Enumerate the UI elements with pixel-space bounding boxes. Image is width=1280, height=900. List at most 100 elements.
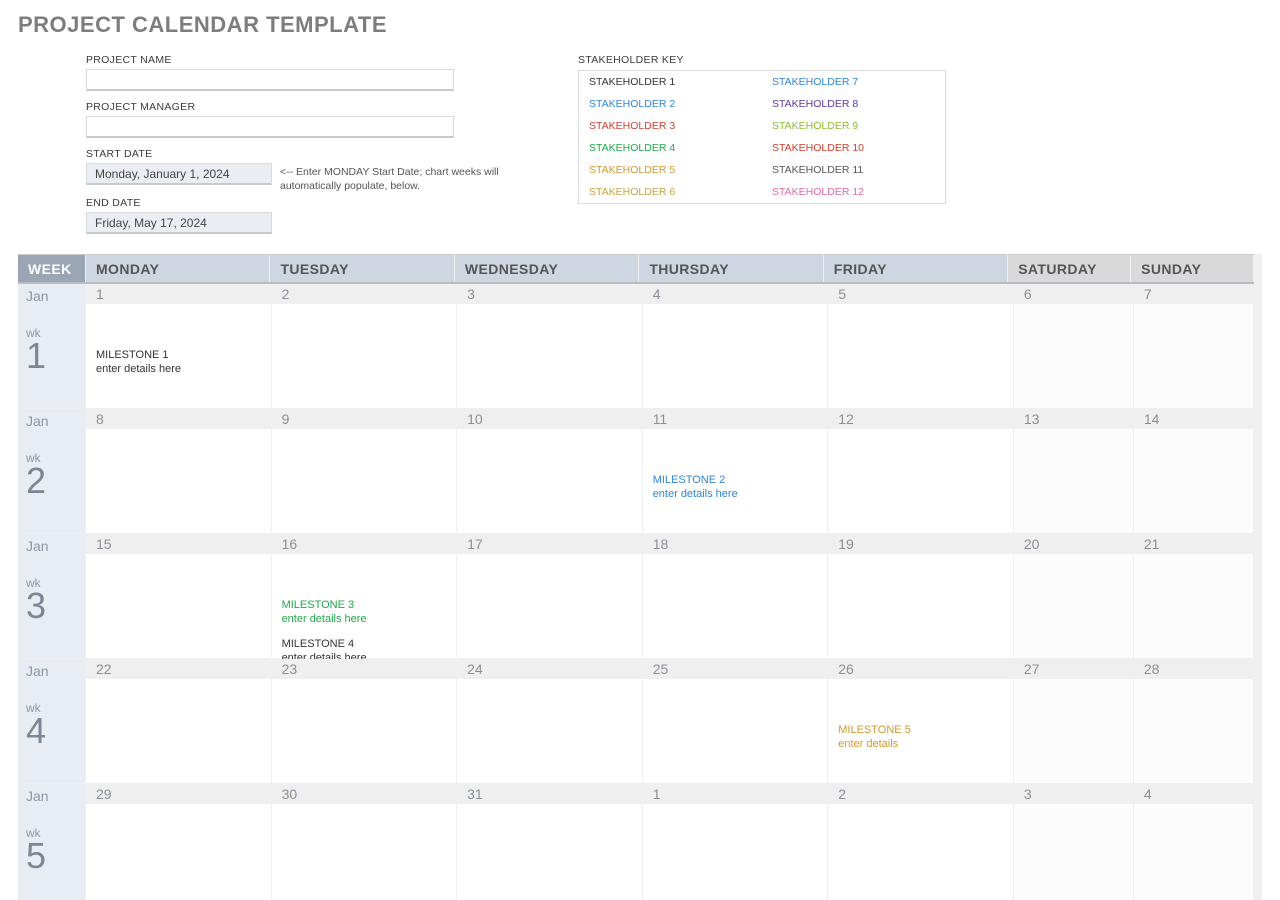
day-number: 11 bbox=[643, 409, 828, 429]
calendar-day-cell[interactable]: 8 bbox=[86, 409, 272, 533]
calendar-body: Janwk11MILESTONE 1enter details here2345… bbox=[18, 284, 1254, 900]
end-date-input[interactable] bbox=[86, 212, 272, 234]
calendar-day-cell[interactable]: 10 bbox=[457, 409, 643, 533]
calendar-day-cell[interactable]: 27 bbox=[1014, 659, 1134, 783]
day-number: 18 bbox=[643, 534, 828, 554]
milestone-subtext: enter details here bbox=[282, 612, 451, 626]
milestone-entry[interactable]: MILESTONE 3enter details here bbox=[282, 598, 451, 627]
calendar-day-cell[interactable]: 14 bbox=[1134, 409, 1254, 533]
header-week: WEEK bbox=[18, 255, 86, 282]
day-number: 4 bbox=[643, 284, 828, 304]
calendar-day-cell[interactable]: 21 bbox=[1134, 534, 1254, 658]
project-manager-input[interactable] bbox=[86, 116, 454, 138]
header-day: WEDNESDAY bbox=[455, 255, 639, 282]
calendar-day-cell[interactable]: 5 bbox=[828, 284, 1014, 408]
calendar: WEEKMONDAYTUESDAYWEDNESDAYTHURSDAYFRIDAY… bbox=[18, 254, 1262, 900]
day-number: 15 bbox=[86, 534, 271, 554]
calendar-day-cell[interactable]: 3 bbox=[457, 284, 643, 408]
milestone-entry[interactable]: MILESTONE 2enter details here bbox=[653, 473, 822, 502]
calendar-day-cell[interactable]: 24 bbox=[457, 659, 643, 783]
calendar-day-cell[interactable]: 9 bbox=[272, 409, 458, 533]
calendar-day-cell[interactable]: 16 MILESTONE 3enter details hereMILESTONE… bbox=[272, 534, 458, 658]
calendar-day-cell[interactable]: 2 bbox=[272, 284, 458, 408]
week-number: 3 bbox=[26, 588, 85, 624]
calendar-day-cell[interactable]: 12 bbox=[828, 409, 1014, 533]
week-strip: Janwk5 bbox=[18, 784, 86, 900]
day-number: 1 bbox=[643, 784, 828, 804]
day-number: 13 bbox=[1014, 409, 1133, 429]
calendar-day-cell[interactable]: 23 bbox=[272, 659, 458, 783]
start-date-input[interactable] bbox=[86, 163, 272, 185]
day-number: 20 bbox=[1014, 534, 1133, 554]
project-name-input[interactable] bbox=[86, 69, 454, 91]
day-number: 8 bbox=[86, 409, 271, 429]
stakeholder-key-cell: STAKEHOLDER 5 bbox=[579, 159, 763, 181]
calendar-day-cell[interactable]: 26MILESTONE 5enter details bbox=[828, 659, 1014, 783]
day-number: 25 bbox=[643, 659, 828, 679]
calendar-day-cell[interactable]: 6 bbox=[1014, 284, 1134, 408]
day-number: 2 bbox=[828, 784, 1013, 804]
calendar-day-cell[interactable]: 11 MILESTONE 2enter details here bbox=[643, 409, 829, 533]
calendar-day-cell[interactable]: 18 bbox=[643, 534, 829, 658]
milestone-title: MILESTONE 3 bbox=[282, 598, 451, 612]
project-name-label: PROJECT NAME bbox=[86, 54, 538, 66]
calendar-day-cell[interactable]: 3 bbox=[1014, 784, 1134, 900]
calendar-day-cell[interactable]: 1 bbox=[643, 784, 829, 900]
day-number: 21 bbox=[1134, 534, 1253, 554]
calendar-day-cell[interactable]: 19 bbox=[828, 534, 1014, 658]
calendar-day-cell[interactable]: 29 bbox=[86, 784, 272, 900]
week-number: 4 bbox=[26, 713, 85, 749]
week-month: Jan bbox=[26, 538, 85, 554]
day-number: 24 bbox=[457, 659, 642, 679]
calendar-day-cell[interactable]: 7 bbox=[1134, 284, 1254, 408]
calendar-day-cell[interactable]: 22 bbox=[86, 659, 272, 783]
header-day: MONDAY bbox=[86, 255, 270, 282]
stakeholder-key-label: STAKEHOLDER KEY bbox=[578, 54, 978, 66]
day-number: 27 bbox=[1014, 659, 1133, 679]
milestone-entry[interactable]: MILESTONE 1enter details here bbox=[96, 348, 265, 377]
project-manager-label: PROJECT MANAGER bbox=[86, 101, 538, 113]
day-number: 16 bbox=[272, 534, 457, 554]
calendar-day-cell[interactable]: 13 bbox=[1014, 409, 1134, 533]
day-number: 28 bbox=[1134, 659, 1253, 679]
header-day: TUESDAY bbox=[270, 255, 454, 282]
day-number: 22 bbox=[86, 659, 271, 679]
calendar-day-cell[interactable]: 2 bbox=[828, 784, 1014, 900]
milestone-title: MILESTONE 5 bbox=[838, 723, 1007, 737]
calendar-day-cell[interactable]: 1MILESTONE 1enter details here bbox=[86, 284, 272, 408]
week-strip: Janwk3 bbox=[18, 534, 86, 658]
stakeholder-key-cell: STAKEHOLDER 10 bbox=[762, 137, 946, 159]
week-month: Jan bbox=[26, 413, 85, 429]
calendar-day-cell[interactable]: 4 bbox=[1134, 784, 1254, 900]
day-number: 23 bbox=[272, 659, 457, 679]
calendar-week-row: Janwk52930311234 bbox=[18, 784, 1254, 900]
day-number: 12 bbox=[828, 409, 1013, 429]
milestone-subtext: enter details here bbox=[653, 487, 822, 501]
stakeholder-key-cell: STAKEHOLDER 11 bbox=[762, 159, 946, 181]
week-month: Jan bbox=[26, 288, 85, 304]
stakeholder-key-cell: STAKEHOLDER 12 bbox=[762, 181, 946, 204]
week-strip: Janwk4 bbox=[18, 659, 86, 783]
milestone-entry[interactable]: MILESTONE 5enter details bbox=[838, 723, 1007, 752]
day-number: 30 bbox=[272, 784, 457, 804]
day-number: 17 bbox=[457, 534, 642, 554]
calendar-day-cell[interactable]: 20 bbox=[1014, 534, 1134, 658]
calendar-day-cell[interactable]: 25 bbox=[643, 659, 829, 783]
calendar-day-cell[interactable]: 4 bbox=[643, 284, 829, 408]
calendar-day-cell[interactable]: 28 bbox=[1134, 659, 1254, 783]
header-day: FRIDAY bbox=[824, 255, 1008, 282]
stakeholder-key-table: STAKEHOLDER 1STAKEHOLDER 7STAKEHOLDER 2S… bbox=[578, 70, 946, 204]
week-month: Jan bbox=[26, 788, 85, 804]
calendar-week-row: Janwk2891011MILESTONE 2enter details her… bbox=[18, 409, 1254, 534]
day-number: 4 bbox=[1134, 784, 1253, 804]
end-date-label: END DATE bbox=[86, 197, 538, 209]
calendar-day-cell[interactable]: 17 bbox=[457, 534, 643, 658]
calendar-day-cell[interactable]: 31 bbox=[457, 784, 643, 900]
stakeholder-key-cell: STAKEHOLDER 1 bbox=[579, 71, 763, 94]
calendar-day-cell[interactable]: 30 bbox=[272, 784, 458, 900]
start-date-label: START DATE bbox=[86, 148, 538, 160]
start-date-hint: <-- Enter MONDAY Start Date; chart weeks… bbox=[280, 165, 510, 193]
day-number: 19 bbox=[828, 534, 1013, 554]
calendar-day-cell[interactable]: 15 bbox=[86, 534, 272, 658]
calendar-week-row: Janwk11MILESTONE 1enter details here2345… bbox=[18, 284, 1254, 409]
